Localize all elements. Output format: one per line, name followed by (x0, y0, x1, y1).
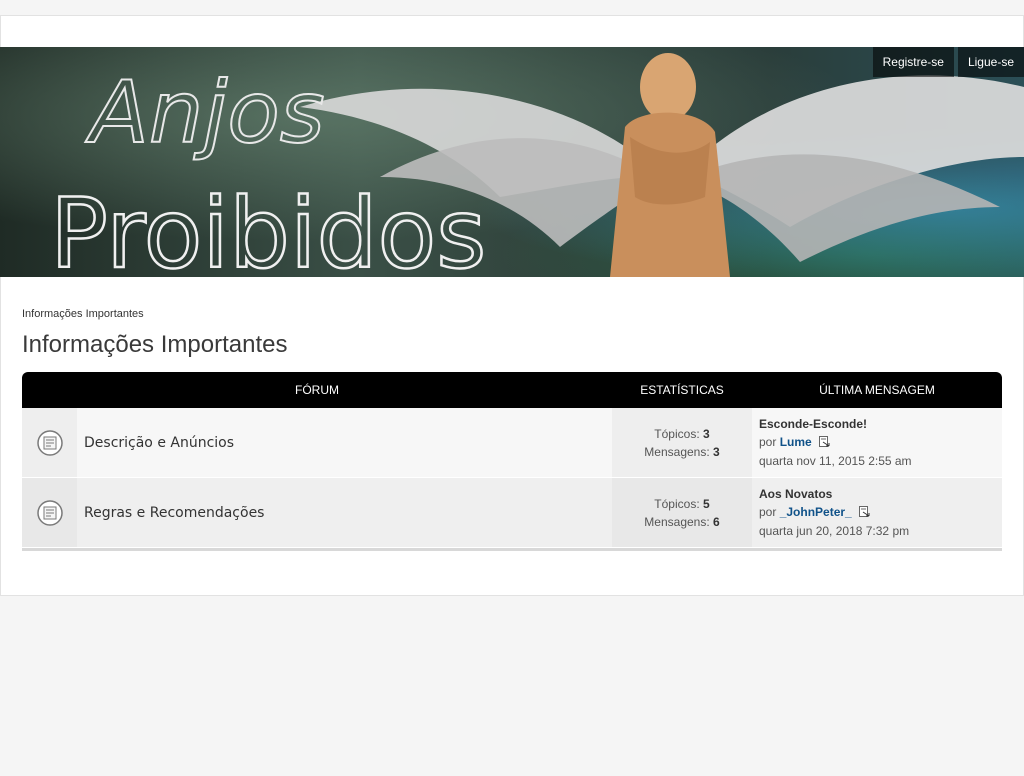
posts-label: Mensagens: (644, 444, 710, 459)
last-post-date: quarta jun 20, 2018 7:32 pm (759, 523, 910, 538)
view-latest-post-icon[interactable] (819, 434, 830, 452)
forum-read-icon (22, 408, 77, 477)
forum-read-icon (22, 478, 77, 547)
posts-count: 3 (713, 444, 720, 459)
logo-line-2: Proibidos (50, 178, 486, 277)
col-forum: FÓRUM (295, 383, 339, 397)
last-post-title[interactable]: Esconde-Esconde! (759, 415, 1002, 433)
by-label: por (759, 505, 777, 520)
forum-name-cell: Descrição e Anúncios (77, 408, 612, 477)
forum-link[interactable]: Descrição e Anúncios (84, 435, 234, 451)
register-link[interactable]: Registre-se (872, 47, 954, 77)
posts-count: 6 (713, 514, 720, 529)
last-post-cell: Esconde-Esconde! por Lume quarta nov 11,… (752, 408, 1002, 477)
forum-table: FÓRUM ESTATÍSTICAS ÚLTIMA MENSAGEM Descr… (22, 372, 1002, 551)
table-header: FÓRUM ESTATÍSTICAS ÚLTIMA MENSAGEM (22, 372, 1002, 408)
last-post-cell: Aos Novatos por _JohnPeter_ quarta jun 2… (752, 478, 1002, 547)
view-latest-post-icon[interactable] (859, 504, 870, 522)
login-link[interactable]: Ligue-se (957, 47, 1024, 77)
site-banner[interactable]: Anjos Proibidos Registre-se Ligue-se (0, 47, 1024, 277)
forum-link[interactable]: Regras e Recomendações (84, 505, 264, 521)
last-post-title[interactable]: Aos Novatos (759, 485, 1002, 503)
banner-artwork: Anjos Proibidos (49, 53, 1024, 277)
topics-label: Tópicos: (654, 426, 700, 441)
topics-count: 3 (703, 426, 710, 441)
forum-name-cell: Regras e Recomendações (77, 478, 612, 547)
col-stats: ESTATÍSTICAS (640, 383, 724, 397)
posts-label: Mensagens: (644, 514, 710, 529)
last-post-user[interactable]: Lume (780, 435, 812, 449)
top-nav: Registre-se Ligue-se (872, 47, 1024, 77)
page-title: Informações Importantes (22, 331, 288, 358)
forum-stats: Tópicos: 3 Mensagens: 3 (612, 408, 752, 477)
forum-row: Descrição e Anúncios Tópicos: 3 Mensagen… (22, 408, 1002, 478)
topics-label: Tópicos: (654, 496, 700, 511)
by-label: por (759, 435, 777, 450)
forum-stats: Tópicos: 5 Mensagens: 6 (612, 478, 752, 547)
breadcrumb[interactable]: Informações Importantes (22, 308, 144, 320)
last-post-user[interactable]: _JohnPeter_ (780, 505, 852, 519)
logo-line-1: Anjos (85, 63, 325, 163)
last-post-date: quarta nov 11, 2015 2:55 am (759, 453, 912, 468)
col-last-post: ÚLTIMA MENSAGEM (819, 383, 935, 397)
topics-count: 5 (703, 496, 710, 511)
forum-row: Regras e Recomendações Tópicos: 5 Mensag… (22, 478, 1002, 548)
